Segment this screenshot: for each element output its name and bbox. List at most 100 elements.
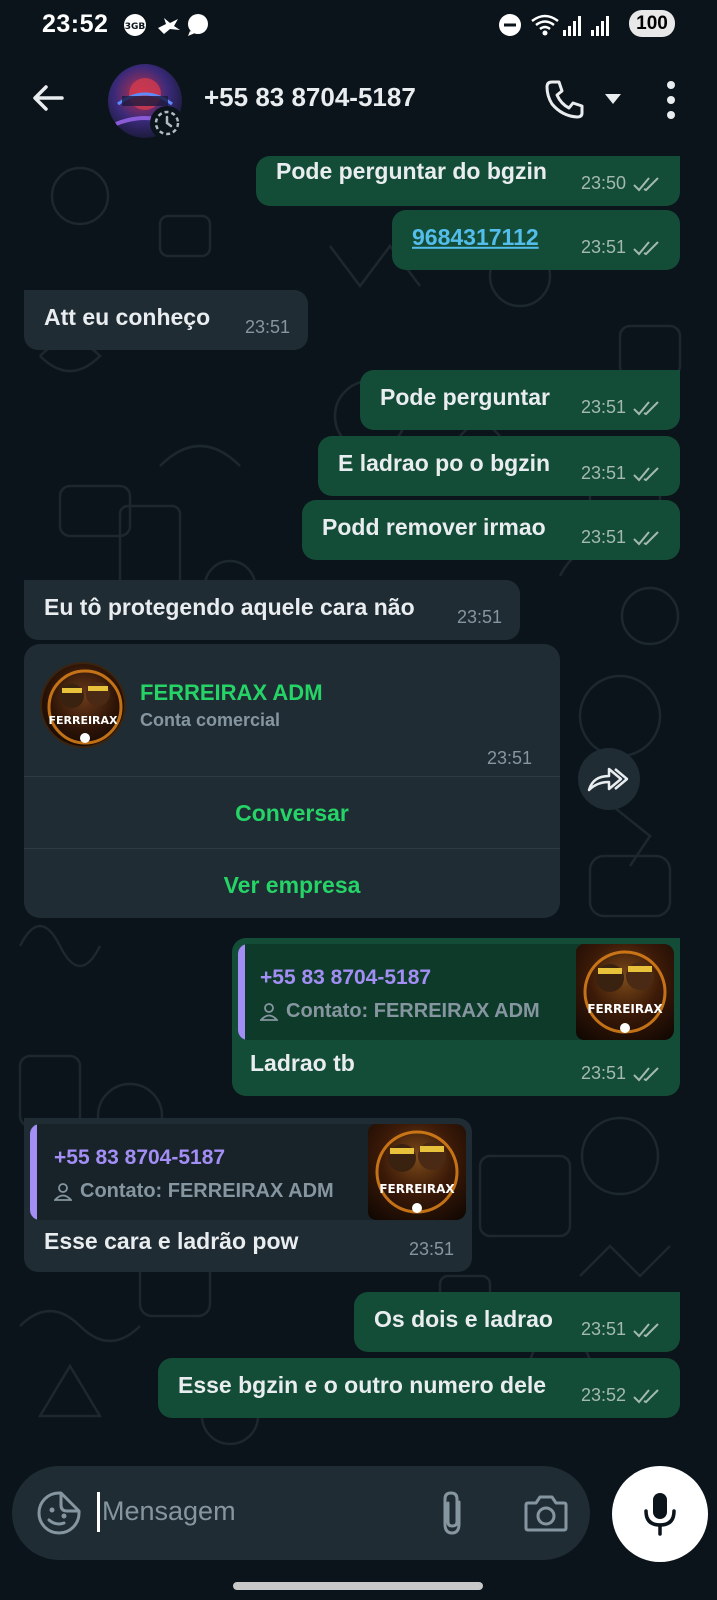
message-input[interactable]: Mensagem — [102, 1496, 236, 1527]
shared-contact-number: +55 83 8704-5187 — [260, 966, 432, 989]
divider — [24, 848, 560, 849]
message-time: 23:51 — [486, 748, 532, 768]
chat-header: +55 83 8704-5187 — [0, 50, 717, 156]
message-time: 23:51 — [580, 1319, 626, 1339]
message-bubble-outgoing[interactable]: Esse bgzin e o outro numero dele 23:52 — [158, 1358, 680, 1418]
message-bubble-incoming[interactable]: Eu tô protegendo aquele cara não 23:51 — [24, 580, 520, 640]
business-avatar-text: FERREIRAX — [48, 714, 118, 727]
business-avatar[interactable]: FERREIRAX — [40, 662, 126, 748]
more-vert-icon[interactable] — [658, 78, 684, 122]
forward-icon[interactable] — [578, 748, 640, 810]
do-not-disturb-icon — [498, 13, 522, 37]
message-meta: 23:51 — [581, 527, 662, 548]
chevron-down-icon[interactable] — [604, 92, 622, 104]
message-text: Pode perguntar do bgzin — [276, 157, 547, 184]
status-time: 23:52 — [42, 10, 109, 38]
message-input-bar[interactable]: Mensagem — [12, 1466, 590, 1560]
business-contact-card[interactable]: FERREIRAX FERREIRAX ADM Conta comercial … — [24, 644, 560, 918]
message-time: 23:51 — [580, 237, 626, 257]
signal-icon — [562, 13, 582, 37]
bird-icon — [156, 13, 182, 37]
shared-contact-preview[interactable]: +55 83 8704-5187 Contato: FERREIRAX ADM … — [238, 944, 674, 1040]
phone-number-link[interactable]: 9684317112 — [412, 224, 539, 251]
double-check-icon — [633, 530, 659, 545]
message-text: Esse cara e ladrão pow — [44, 1227, 299, 1254]
message-bubble-outgoing[interactable]: +55 83 8704-5187 Contato: FERREIRAX ADM … — [232, 938, 680, 1096]
message-text: Os dois e ladrao — [374, 1305, 553, 1332]
message-text: Eu tô protegendo aquele cara não — [44, 593, 415, 620]
message-meta: 23:51 — [245, 317, 290, 338]
status-ring-icon — [150, 106, 184, 140]
message-meta: 23:51 — [581, 397, 662, 418]
message-bubble-outgoing[interactable]: Pode perguntar 23:51 — [360, 370, 680, 430]
message-time: 23:51 — [580, 397, 626, 417]
message-text: Att eu conheço — [44, 303, 211, 330]
message-bubble-outgoing[interactable]: E ladrao po o bgzin 23:51 — [318, 436, 680, 496]
svg-text:3GB: 3GB — [125, 22, 146, 32]
message-bubble-incoming[interactable]: Att eu conheço 23:51 — [24, 290, 308, 350]
message-text: Ladrao tb — [250, 1049, 355, 1076]
shared-contact-thumbnail: FERREIRAX — [368, 1124, 466, 1220]
shared-contact-preview[interactable]: +55 83 8704-5187 Contato: FERREIRAX ADM … — [30, 1124, 466, 1220]
quote-bar — [238, 944, 245, 1040]
double-check-icon — [633, 1066, 659, 1081]
message-time: 23:51 — [580, 1063, 626, 1083]
message-time: 23:51 — [408, 1239, 454, 1259]
message-meta: 23:51 — [581, 1063, 662, 1084]
phone-icon[interactable] — [542, 76, 588, 122]
business-subtitle: Conta comercial — [140, 710, 281, 730]
battery-indicator: 100 — [629, 10, 675, 37]
message-meta: 23:51 — [581, 1319, 662, 1340]
message-text: E ladrao po o bgzin — [338, 449, 551, 476]
message-text: Esse bgzin e o outro numero dele — [178, 1371, 547, 1398]
home-indicator[interactable] — [233, 1582, 483, 1590]
signal-icon — [590, 13, 610, 37]
camera-icon[interactable] — [522, 1490, 570, 1536]
message-meta: 23:51 — [581, 463, 662, 484]
message-meta: 23:51 — [409, 1239, 454, 1260]
double-check-icon — [633, 1388, 659, 1403]
status-bar: 23:52 3GB 100 — [0, 0, 717, 50]
message-bubble-incoming[interactable]: +55 83 8704-5187 Contato: FERREIRAX ADM … — [24, 1118, 472, 1272]
vpn-badge-icon: 3GB — [122, 13, 148, 37]
double-check-icon — [633, 240, 659, 255]
view-business-button[interactable]: Ver empresa — [24, 850, 560, 918]
paperclip-icon[interactable] — [432, 1488, 472, 1538]
message-time: 23:51 — [456, 607, 502, 627]
double-check-icon — [633, 1322, 659, 1337]
chat-area[interactable]: Pode perguntar do bgzin 23:50 9684317112… — [0, 156, 717, 1456]
contact-name[interactable]: +55 83 8704-5187 — [204, 82, 416, 113]
message-time: 23:51 — [580, 527, 626, 547]
double-check-icon — [633, 466, 659, 481]
chat-business-button[interactable]: Conversar — [24, 778, 560, 848]
message-time: 23:50 — [580, 173, 626, 193]
shared-contact-label: Contato: FERREIRAX ADM — [260, 1000, 540, 1023]
message-bubble-outgoing[interactable]: Pode perguntar do bgzin 23:50 — [256, 156, 680, 206]
thumbnail-text: FERREIRAX — [587, 1002, 663, 1016]
message-text: Pode perguntar — [380, 383, 550, 410]
shared-contact-label-text: Contato: FERREIRAX ADM — [286, 1000, 540, 1022]
message-bubble-outgoing[interactable]: Os dois e ladrao 23:51 — [354, 1292, 680, 1352]
person-icon — [54, 1182, 72, 1201]
mic-icon[interactable] — [612, 1466, 708, 1562]
shared-contact-label-text: Contato: FERREIRAX ADM — [80, 1180, 334, 1202]
double-check-icon — [633, 176, 659, 191]
back-arrow-icon[interactable] — [28, 78, 68, 118]
message-meta: 23:51 — [457, 607, 502, 628]
text-caret — [97, 1492, 100, 1532]
message-meta: 23:52 — [581, 1385, 662, 1406]
message-time: 23:51 — [580, 463, 626, 483]
message-time: 23:51 — [244, 317, 290, 337]
message-bubble-outgoing[interactable]: 9684317112 23:51 — [392, 210, 680, 270]
thumbnail-text: FERREIRAX — [379, 1182, 455, 1196]
shared-contact-number: +55 83 8704-5187 — [54, 1146, 226, 1169]
divider — [24, 776, 560, 777]
person-icon — [260, 1002, 278, 1021]
business-name: FERREIRAX ADM — [140, 680, 323, 705]
chat-bubble-icon — [186, 13, 210, 37]
message-text: Podd remover irmao — [322, 513, 546, 540]
message-bubble-outgoing[interactable]: Podd remover irmao 23:51 — [302, 500, 680, 560]
quote-bar — [30, 1124, 37, 1220]
double-check-icon — [633, 400, 659, 415]
sticker-icon[interactable] — [36, 1490, 82, 1536]
